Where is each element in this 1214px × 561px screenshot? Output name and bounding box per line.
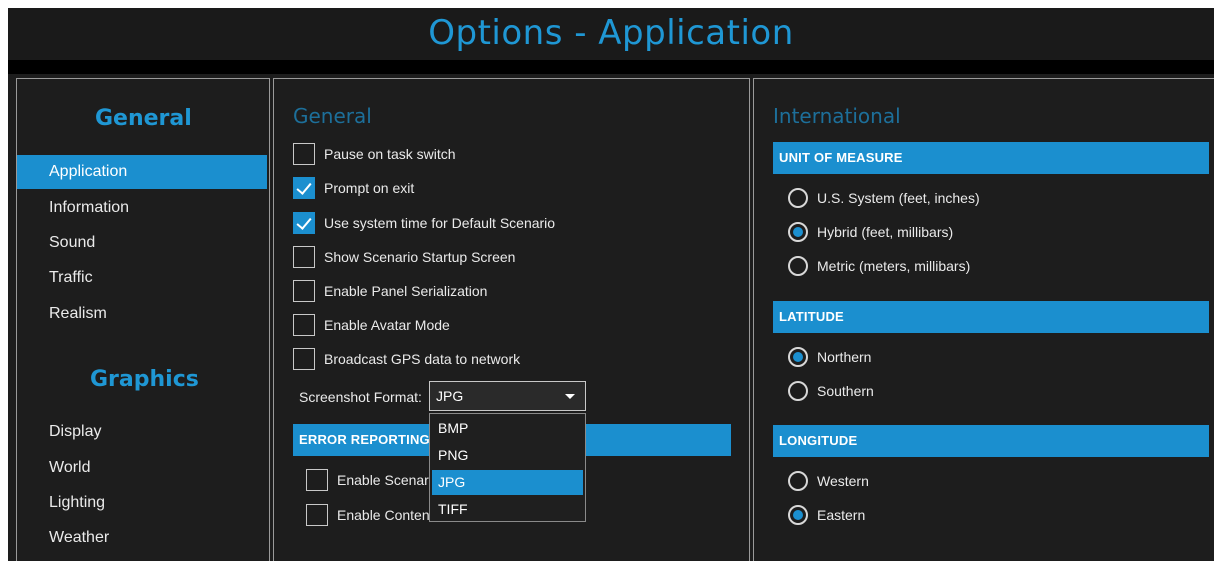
sidebar-heading-general: General bbox=[95, 106, 192, 131]
western-option[interactable]: Western bbox=[788, 469, 869, 493]
checkbox-label: Enable Conten bbox=[337, 507, 430, 523]
broadcast-gps-option[interactable]: Broadcast GPS data to network bbox=[293, 347, 520, 371]
checkbox-label: Enable Panel Serialization bbox=[324, 283, 488, 299]
avatar-mode-checkbox[interactable] bbox=[293, 314, 315, 336]
sidebar-item-weather[interactable]: Weather bbox=[17, 521, 267, 555]
prompt-on-exit-option[interactable]: Prompt on exit bbox=[293, 176, 414, 200]
checkbox-label: Show Scenario Startup Screen bbox=[324, 249, 516, 265]
sidebar-item-display[interactable]: Display bbox=[17, 415, 267, 449]
metric-radio[interactable] bbox=[788, 256, 808, 276]
radio-label: Western bbox=[817, 473, 869, 489]
broadcast-gps-checkbox[interactable] bbox=[293, 348, 315, 370]
options-window: Options - Application General Applicatio… bbox=[8, 8, 1214, 561]
sidebar-item-information[interactable]: Information bbox=[17, 191, 267, 225]
enable-scenario-option[interactable]: Enable Scenari bbox=[306, 468, 432, 492]
screenshot-format-label: Screenshot Format: bbox=[299, 389, 422, 405]
northern-option[interactable]: Northern bbox=[788, 345, 871, 369]
sidebar-item-traffic[interactable]: Traffic bbox=[17, 261, 267, 295]
hybrid-option[interactable]: Hybrid (feet, millibars) bbox=[788, 220, 953, 244]
longitude-header: LONGITUDE bbox=[773, 425, 1209, 457]
checkbox-label: Broadcast GPS data to network bbox=[324, 351, 521, 367]
dropdown-option-tiff[interactable]: TIFF bbox=[432, 497, 583, 522]
screenshot-format-dropdown: BMP PNG JPG TIFF bbox=[429, 413, 586, 522]
western-radio[interactable] bbox=[788, 471, 808, 491]
latitude-header: LATITUDE bbox=[773, 301, 1209, 333]
pause-on-task-switch-option[interactable]: Pause on task switch bbox=[293, 142, 456, 166]
international-panel: International UNIT OF MEASURE U.S. Syste… bbox=[753, 78, 1214, 561]
metric-option[interactable]: Metric (meters, millibars) bbox=[788, 254, 970, 278]
show-startup-screen-option[interactable]: Show Scenario Startup Screen bbox=[293, 245, 515, 269]
southern-option[interactable]: Southern bbox=[788, 379, 874, 403]
title-divider bbox=[8, 60, 1214, 74]
panel-serialization-option[interactable]: Enable Panel Serialization bbox=[293, 279, 487, 303]
international-panel-title: International bbox=[773, 104, 901, 128]
title-bar: Options - Application bbox=[8, 8, 1214, 60]
eastern-option[interactable]: Eastern bbox=[788, 503, 865, 527]
sidebar-heading-graphics: Graphics bbox=[90, 367, 199, 392]
eastern-radio[interactable] bbox=[788, 505, 808, 525]
us-system-option[interactable]: U.S. System (feet, inches) bbox=[788, 186, 980, 210]
radio-label: Metric (meters, millibars) bbox=[817, 258, 971, 274]
use-system-time-checkbox[interactable] bbox=[293, 212, 315, 234]
checkbox-label: Use system time for Default Scenario bbox=[324, 215, 556, 231]
enable-scenario-checkbox[interactable] bbox=[306, 469, 328, 491]
radio-label: Hybrid (feet, millibars) bbox=[817, 224, 954, 240]
checkbox-label: Prompt on exit bbox=[324, 180, 415, 196]
sidebar: General Application Information Sound Tr… bbox=[16, 78, 270, 561]
general-panel: General Pause on task switch Prompt on e… bbox=[273, 78, 750, 561]
show-startup-screen-checkbox[interactable] bbox=[293, 246, 315, 268]
window-title: Options - Application bbox=[428, 13, 794, 53]
avatar-mode-option[interactable]: Enable Avatar Mode bbox=[293, 313, 450, 337]
sidebar-item-lighting[interactable]: Lighting bbox=[17, 486, 267, 520]
prompt-on-exit-checkbox[interactable] bbox=[293, 177, 315, 199]
pause-on-task-switch-checkbox[interactable] bbox=[293, 143, 315, 165]
chevron-down-icon bbox=[565, 394, 575, 399]
checkbox-label: Enable Avatar Mode bbox=[324, 317, 450, 333]
radio-label: Northern bbox=[817, 349, 872, 365]
hybrid-radio[interactable] bbox=[788, 222, 808, 242]
us-system-radio[interactable] bbox=[788, 188, 808, 208]
radio-label: U.S. System (feet, inches) bbox=[817, 190, 980, 206]
sidebar-item-realism[interactable]: Realism bbox=[17, 297, 267, 331]
panel-serialization-checkbox[interactable] bbox=[293, 280, 315, 302]
sidebar-item-sound[interactable]: Sound bbox=[17, 226, 267, 260]
unit-of-measure-header: UNIT OF MEASURE bbox=[773, 142, 1209, 174]
screenshot-format-value: JPG bbox=[436, 388, 464, 404]
use-system-time-option[interactable]: Use system time for Default Scenario bbox=[293, 211, 555, 235]
southern-radio[interactable] bbox=[788, 381, 808, 401]
sidebar-item-world[interactable]: World bbox=[17, 451, 267, 485]
enable-content-option[interactable]: Enable Conten bbox=[306, 503, 430, 527]
radio-label: Southern bbox=[817, 383, 874, 399]
sidebar-item-application[interactable]: Application bbox=[17, 155, 267, 189]
northern-radio[interactable] bbox=[788, 347, 808, 367]
checkbox-label: Enable Scenari bbox=[337, 472, 432, 488]
dropdown-option-bmp[interactable]: BMP bbox=[432, 416, 583, 441]
general-panel-title: General bbox=[293, 104, 372, 128]
screenshot-format-select[interactable]: JPG bbox=[429, 381, 586, 411]
dropdown-option-png[interactable]: PNG bbox=[432, 443, 583, 468]
enable-content-checkbox[interactable] bbox=[306, 504, 328, 526]
checkbox-label: Pause on task switch bbox=[324, 146, 456, 162]
dropdown-option-jpg[interactable]: JPG bbox=[432, 470, 583, 495]
radio-label: Eastern bbox=[817, 507, 866, 523]
